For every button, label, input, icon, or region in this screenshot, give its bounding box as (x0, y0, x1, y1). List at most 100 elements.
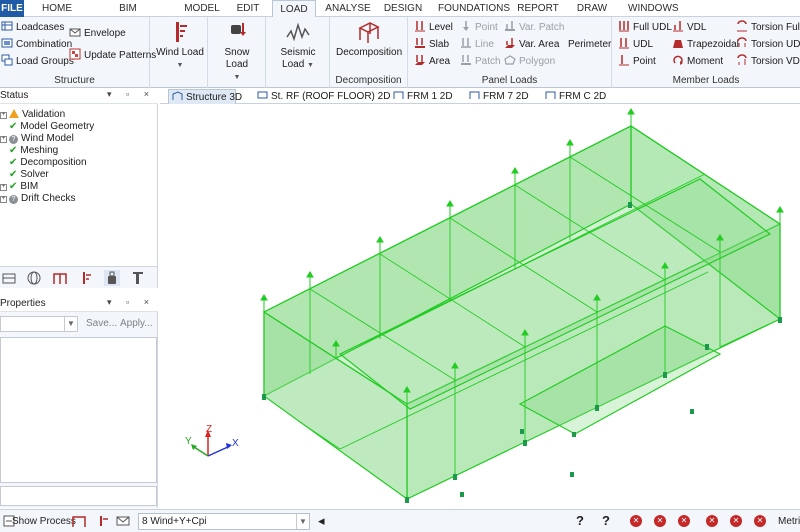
menu-tab-draw[interactable]: DRAW (574, 0, 610, 17)
member-torsion-full-button[interactable]: Torsion Full (736, 20, 800, 36)
help-icon[interactable]: ? (576, 513, 584, 528)
error-icon[interactable]: ✕ (730, 515, 742, 527)
status-item-validation[interactable]: + Validation (0, 109, 65, 121)
chevron-down-icon[interactable]: ▼ (296, 514, 309, 529)
member-point-button[interactable]: Point (618, 54, 656, 70)
menu-tab-windows[interactable]: WINDOWS (628, 0, 679, 17)
update-patterns-button[interactable]: Update Patterns (69, 48, 156, 64)
properties-select[interactable]: ▼ (0, 316, 78, 332)
error-icon[interactable]: ✕ (754, 515, 766, 527)
status-item-solver[interactable]: ✔ Solver (9, 169, 49, 181)
panel-patch-button[interactable]: Patch (460, 54, 501, 70)
expand-icon[interactable]: + (0, 136, 7, 143)
envelope-label: Envelope (84, 28, 126, 39)
panel-var-area-label: Var. Area (519, 39, 560, 50)
ribbon: Loadcases Combination Load Groups Envelo… (0, 17, 800, 88)
combination-icon (1, 38, 13, 48)
snow-load-caret-icon: ▼ (233, 74, 241, 81)
structure-3d-icon (172, 91, 183, 100)
panel-point-button[interactable]: Point (460, 20, 498, 36)
error-icon[interactable]: ✕ (678, 515, 690, 527)
panel-perimeter-button[interactable]: Perimeter (568, 37, 611, 53)
properties-apply-button[interactable]: Apply... (120, 318, 153, 329)
torsion-full-icon (737, 20, 747, 32)
tab-frm-c-2d[interactable]: FRM C 2D (542, 89, 606, 104)
member-torsion-vdl-label: Torsion VDL (751, 56, 800, 67)
expand-icon[interactable]: + (0, 184, 7, 191)
seismic-load-button[interactable]: Seismic Load ▼ (274, 19, 322, 72)
combination-button[interactable]: Combination (1, 37, 72, 53)
panel-var-patch-button[interactable]: Var. Patch (504, 20, 564, 36)
menu-tab-report[interactable]: REPORT (516, 0, 560, 17)
panel-slab-button[interactable]: Slab (414, 37, 449, 53)
error-icon[interactable]: ✕ (706, 515, 718, 527)
tab-frm-7-2d[interactable]: FRM 7 2D (466, 89, 529, 104)
menu-tab-model[interactable]: MODEL (182, 0, 222, 17)
error-icon[interactable]: ✕ (654, 515, 666, 527)
units-label[interactable]: Metric (778, 514, 800, 529)
loadcase-select[interactable]: 8 Wind+Y+Cpi ▼ (138, 513, 310, 530)
help-icon-2[interactable]: ? (602, 513, 610, 528)
load-groups-button[interactable]: Load Groups (1, 54, 74, 70)
member-full-udl-button[interactable]: Full UDL (618, 20, 672, 36)
properties-save-button[interactable]: Save... (86, 318, 117, 329)
member-trapezoidal-button[interactable]: Trapezoidal (672, 37, 739, 53)
panel-area-button[interactable]: Area (414, 54, 450, 70)
properties-grid[interactable] (0, 337, 157, 483)
member-udl-button[interactable]: UDL (618, 37, 653, 53)
menu-tab-foundations[interactable]: FOUNDATIONS (438, 0, 510, 17)
status-item-decomposition[interactable]: ✔ Decomposition (9, 157, 87, 169)
tab-structure-3d[interactable]: Structure 3D (168, 89, 242, 104)
weight-icon[interactable] (104, 270, 120, 286)
status-item-drift-checks[interactable]: +? Drift Checks (0, 193, 75, 205)
member-vdl-button[interactable]: VDL (672, 20, 706, 36)
3d-viewport[interactable]: Z X Y (160, 104, 800, 509)
member-torsion-udl-button[interactable]: Torsion UDL (736, 37, 800, 53)
column-icon[interactable] (130, 270, 146, 286)
status-item-model-geometry[interactable]: ✔ Model Geometry (9, 121, 94, 133)
menu-tab-design[interactable]: DESIGN (382, 0, 424, 17)
decomposition-button[interactable]: Decomposition (336, 19, 402, 59)
tab-frm-1-2d[interactable]: FRM 1 2D (390, 89, 453, 104)
member-moment-button[interactable]: Moment (672, 54, 723, 70)
status-item-meshing[interactable]: ✔ Meshing (9, 145, 58, 157)
panel-polygon-button[interactable]: Polygon (504, 54, 555, 70)
show-process-button[interactable]: Show Process (12, 514, 76, 529)
panel-var-area-button[interactable]: Var. Area (504, 37, 559, 53)
loadcases-button[interactable]: Loadcases (1, 20, 64, 36)
menu-tab-analyse[interactable]: ANALYSE (322, 0, 374, 17)
member-torsion-vdl-button[interactable]: Torsion VDL (736, 54, 800, 70)
globe-icon[interactable] (26, 270, 42, 286)
chevron-down-icon[interactable]: ▼ (64, 317, 77, 331)
menu-tab-file[interactable]: FILE (0, 0, 24, 17)
menu-tab-bim-integration[interactable]: BIM INTEGRATION (84, 0, 172, 31)
load-icon[interactable] (78, 270, 94, 286)
error-icon[interactable]: ✕ (630, 515, 642, 527)
envelope-button[interactable]: Envelope (69, 26, 126, 42)
member-loads-group-label: Member Loads (672, 75, 740, 86)
structure-view-icon[interactable] (1, 270, 17, 286)
frame-view-icon[interactable] (72, 514, 86, 528)
wind-load-button[interactable]: Wind Load ▼ (156, 19, 204, 72)
panel-line-button[interactable]: Line (460, 37, 494, 53)
warning-icon (9, 109, 19, 118)
seismic-load-group: Seismic Load ▼ (266, 17, 330, 88)
properties-panel-window-buttons[interactable]: ▾ ▫ × (107, 297, 155, 308)
status-item-wind-model[interactable]: +? Wind Model (0, 133, 74, 145)
menu-tab-edit[interactable]: EDIT (232, 0, 264, 17)
status-item-bim[interactable]: + ✔ BIM (0, 181, 38, 193)
frame-icon[interactable] (52, 270, 68, 286)
menu-tab-load[interactable]: LOAD (272, 0, 316, 18)
panel-level-button[interactable]: Level (414, 20, 453, 36)
tab-roof-floor-2d[interactable]: St. RF (ROOF FLOOR) 2D (254, 89, 390, 104)
prev-icon[interactable]: ◂ (318, 513, 325, 529)
structure-model[interactable]: Z X Y (160, 104, 800, 509)
snow-load-button[interactable]: Snow Load ▼ (213, 19, 261, 84)
mail-icon[interactable] (116, 514, 130, 528)
snow-load-label: Snow Load (224, 47, 250, 70)
expand-icon[interactable]: + (0, 112, 7, 119)
load-view-icon[interactable] (96, 514, 110, 528)
status-panel-window-buttons[interactable]: ▾ ▫ × (107, 89, 155, 100)
menu-tab-home[interactable]: HOME (40, 0, 74, 17)
expand-icon[interactable]: + (0, 196, 7, 203)
